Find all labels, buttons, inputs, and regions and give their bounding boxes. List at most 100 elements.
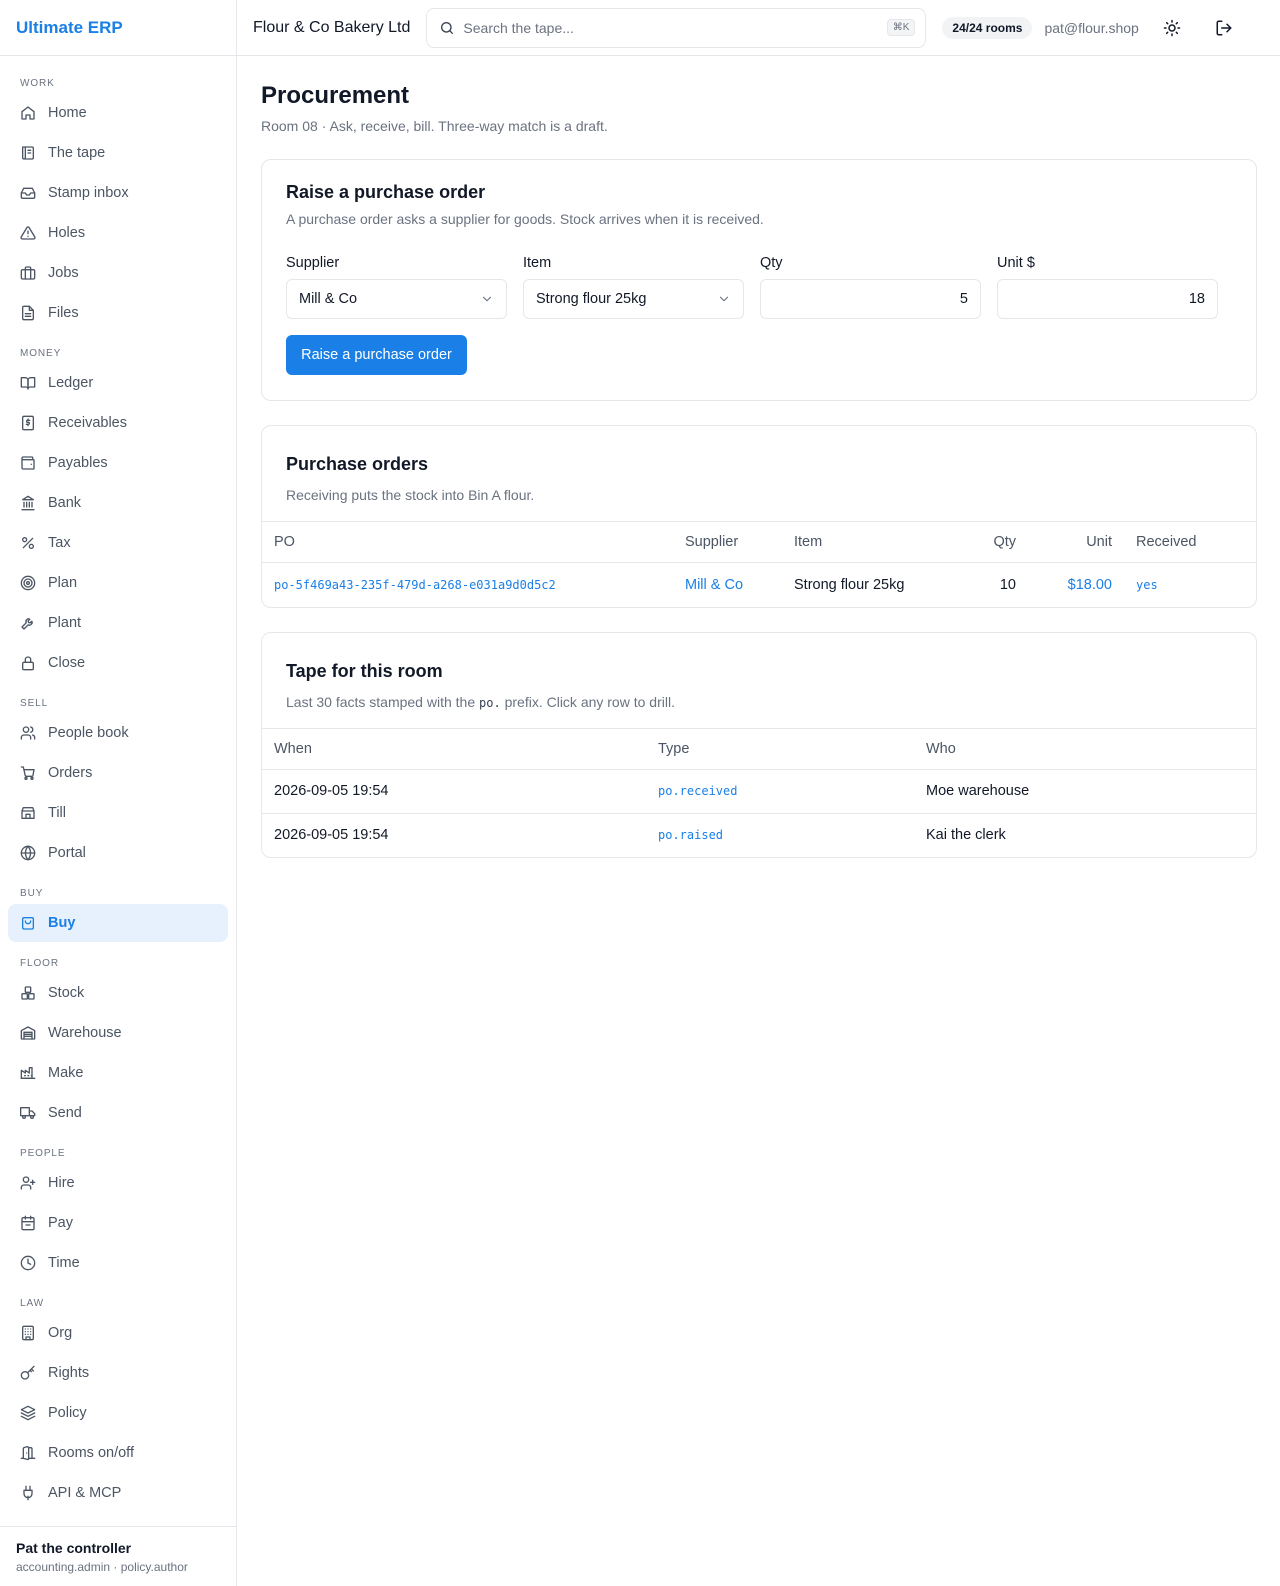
supplier-select[interactable]: Mill & Co (286, 279, 507, 319)
rooms-badge: 24/24 rooms (942, 16, 1033, 39)
brand-logo[interactable]: Ultimate ERP (0, 0, 236, 56)
sidebar-item-close[interactable]: Close (8, 644, 228, 682)
unit-price-input[interactable]: 18 (997, 279, 1218, 319)
sidebar-item-label: Close (48, 655, 86, 671)
page-title: Procurement (261, 82, 410, 109)
sidebar-item-policy[interactable]: Policy (8, 1394, 228, 1432)
sidebar-item-home[interactable]: Home (8, 94, 228, 132)
building-icon (20, 1325, 36, 1341)
sidebar-item-label: Make (48, 1065, 84, 1081)
sidebar-item-rooms-on-off[interactable]: Rooms on/off (8, 1434, 228, 1472)
shopping-bag-icon (20, 915, 36, 931)
sidebar-item-stamp-inbox[interactable]: Stamp inbox (8, 174, 228, 212)
store-icon (20, 805, 36, 821)
item-value: Strong flour 25kg (536, 291, 647, 307)
unit-price-field: Unit $ 18 (997, 255, 1218, 319)
table-row[interactable]: po-5f469a43-235f-479d-a268-e031a9d0d5c2 … (262, 562, 1256, 607)
sidebar-item-warehouse[interactable]: Warehouse (8, 1014, 228, 1052)
sidebar-item-people-book[interactable]: People book (8, 714, 228, 752)
alert-triangle-icon (20, 225, 36, 241)
po-received: yes (1136, 577, 1158, 592)
sidebar-item-label: Time (48, 1255, 80, 1271)
sidebar-item-holes[interactable]: Holes (8, 214, 228, 252)
sidebar-item-ledger[interactable]: Ledger (8, 364, 228, 402)
user-roles: accounting.admin · policy.author (16, 1560, 188, 1574)
inbox-icon (20, 185, 36, 201)
sidebar-item-api-mcp[interactable]: API & MCP (8, 1474, 228, 1512)
sidebar-item-label: Buy (48, 915, 76, 931)
supplier-link[interactable]: Mill & Co (685, 577, 743, 593)
sidebar-item-hire[interactable]: Hire (8, 1164, 228, 1202)
sidebar-item-org[interactable]: Org (8, 1314, 228, 1352)
sidebar-item-plant[interactable]: Plant (8, 604, 228, 642)
cart-icon (20, 765, 36, 781)
receipt-icon (20, 415, 36, 431)
sidebar-item-label: Send (48, 1105, 82, 1121)
warehouse-icon (20, 1025, 36, 1041)
users-icon (20, 725, 36, 741)
col-item: Item (782, 521, 942, 563)
sidebar-item-label: Home (48, 105, 87, 121)
sidebar-item-plan[interactable]: Plan (8, 564, 228, 602)
sidebar-item-rights[interactable]: Rights (8, 1354, 228, 1392)
sidebar-item-the-tape[interactable]: The tape (8, 134, 228, 172)
tape-table: When Type Who 2026-09-05 19:54 po.receiv… (262, 727, 1256, 857)
sidebar-item-label: Payables (48, 455, 108, 471)
sidebar-item-payables[interactable]: Payables (8, 444, 228, 482)
tape-desc-text: prefix. Click any row to drill. (504, 693, 675, 710)
item-select[interactable]: Strong flour 25kg (523, 279, 744, 319)
briefcase-icon (20, 265, 36, 281)
sidebar-item-label: API & MCP (48, 1485, 122, 1501)
qty-input[interactable]: 5 (760, 279, 981, 319)
sidebar-section-work: WORK (20, 78, 55, 89)
supplier-label: Supplier (286, 255, 340, 271)
raise-po-button[interactable]: Raise a purchase order (286, 335, 467, 375)
search-placeholder: Search the tape... (463, 19, 574, 36)
col-received: Received (1124, 521, 1256, 563)
sidebar-item-portal[interactable]: Portal (8, 834, 228, 872)
sidebar-item-stock[interactable]: Stock (8, 974, 228, 1012)
sun-icon[interactable] (1163, 19, 1181, 37)
sidebar-item-till[interactable]: Till (8, 794, 228, 832)
sidebar-item-tax[interactable]: Tax (8, 524, 228, 562)
sidebar-item-send[interactable]: Send (8, 1094, 228, 1132)
table-header-row: When Type Who (262, 727, 1256, 769)
wrench-icon (20, 615, 36, 631)
sidebar-item-bank[interactable]: Bank (8, 484, 228, 522)
po-unit-price: $18.00 (1067, 576, 1112, 593)
sidebar-item-label: Holes (48, 225, 86, 241)
sidebar-item-receivables[interactable]: Receivables (8, 404, 228, 442)
table-row[interactable]: 2026-09-05 19:54 po.received Moe warehou… (262, 768, 1256, 813)
sidebar-item-label: Ledger (48, 375, 94, 391)
company-name[interactable]: Flour & Co Bakery Ltd (253, 19, 410, 37)
sidebar-item-time[interactable]: Time (8, 1244, 228, 1282)
sidebar-item-label: Pay (48, 1215, 73, 1231)
col-supplier: Supplier (673, 521, 782, 563)
sidebar-item-jobs[interactable]: Jobs (8, 254, 228, 292)
user-panel: Pat the controller accounting.admin · po… (0, 1526, 236, 1586)
sidebar-item-label: Plan (48, 575, 78, 591)
scroll-icon (20, 145, 36, 161)
col-qty: Qty (942, 521, 1028, 563)
unit-price-value: 18 (1188, 291, 1205, 307)
tape-description: Last 30 facts stamped with the po. prefi… (286, 694, 1232, 710)
raise-po-description: A purchase order asks a supplier for goo… (286, 211, 764, 227)
search-input[interactable]: Search the tape... ⌘K (426, 7, 927, 48)
col-who: Who (914, 727, 1256, 769)
user-plus-icon (20, 1175, 36, 1191)
tape-type: po.raised (658, 828, 724, 843)
sidebar-item-make[interactable]: Make (8, 1054, 228, 1092)
qty-field: Qty 5 (760, 255, 981, 319)
sidebar-item-buy[interactable]: Buy (8, 904, 228, 942)
sidebar-item-pay[interactable]: Pay (8, 1204, 228, 1242)
po-id-link[interactable]: po-5f469a43-235f-479d-a268-e031a9d0d5c2 (274, 578, 556, 592)
sidebar-item-label: The tape (48, 145, 106, 161)
sidebar-item-orders[interactable]: Orders (8, 754, 228, 792)
plug-icon (20, 1485, 36, 1501)
sidebar-item-label: Bank (48, 495, 82, 511)
file-icon (20, 305, 36, 321)
table-row[interactable]: 2026-09-05 19:54 po.raised Kai the clerk (262, 812, 1256, 857)
table-header-row: PO Supplier Item Qty Unit Received (262, 521, 1256, 563)
logout-icon[interactable] (1215, 19, 1233, 37)
sidebar-item-files[interactable]: Files (8, 294, 228, 332)
